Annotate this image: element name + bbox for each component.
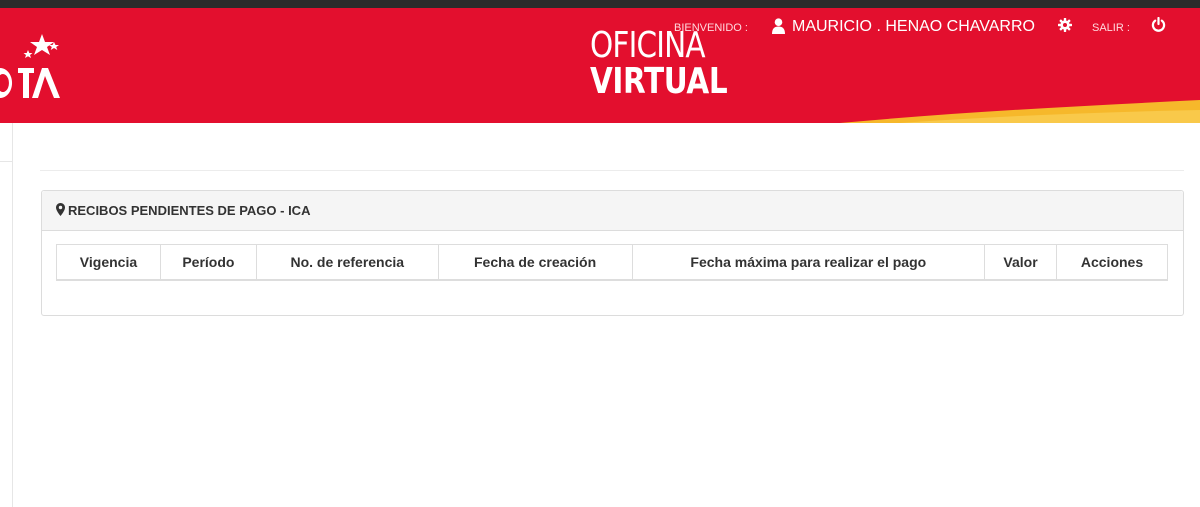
user-icon	[772, 18, 785, 34]
content-divider	[40, 170, 1184, 171]
logout-label: SALIR :	[1092, 22, 1130, 34]
sidebar-divider	[0, 161, 12, 162]
power-icon[interactable]	[1151, 17, 1166, 32]
map-marker-icon	[56, 203, 65, 216]
brand-line-2: VIRTUAL	[590, 61, 728, 102]
column-header-periodo[interactable]: Período	[159, 244, 257, 281]
browser-top-strip	[0, 0, 1200, 8]
column-header-reference[interactable]: No. de referencia	[255, 244, 439, 281]
welcome-label: BIENVENIDO :	[674, 22, 748, 34]
column-header-vigencia[interactable]: Vigencia	[56, 244, 161, 281]
pending-receipts-panel: RECIBOS PENDIENTES DE PAGO - ICA Vigenci…	[41, 190, 1184, 316]
panel-title: RECIBOS PENDIENTES DE PAGO - ICA	[68, 203, 311, 218]
panel-heading: RECIBOS PENDIENTES DE PAGO - ICA	[42, 191, 1183, 231]
column-header-creation-date[interactable]: Fecha de creación	[437, 244, 633, 281]
user-bar: BIENVENIDO : MAURICIO . HENAO CHAVARRO S…	[0, 17, 1200, 41]
site-header: OFICINA VIRTUAL BIENVENIDO : MAURICIO . …	[0, 8, 1200, 123]
user-name[interactable]: MAURICIO . HENAO CHAVARRO	[792, 18, 1035, 36]
column-header-valor[interactable]: Valor	[984, 244, 1058, 281]
gear-icon[interactable]	[1058, 18, 1072, 32]
receipts-table: Vigencia Período No. de referencia Fecha…	[56, 244, 1168, 281]
left-sidebar-edge	[0, 123, 13, 507]
column-header-acciones[interactable]: Acciones	[1056, 244, 1168, 281]
table-header-row: Vigencia Período No. de referencia Fecha…	[56, 244, 1168, 281]
column-header-due-date[interactable]: Fecha máxima para realizar el pago	[631, 244, 986, 281]
